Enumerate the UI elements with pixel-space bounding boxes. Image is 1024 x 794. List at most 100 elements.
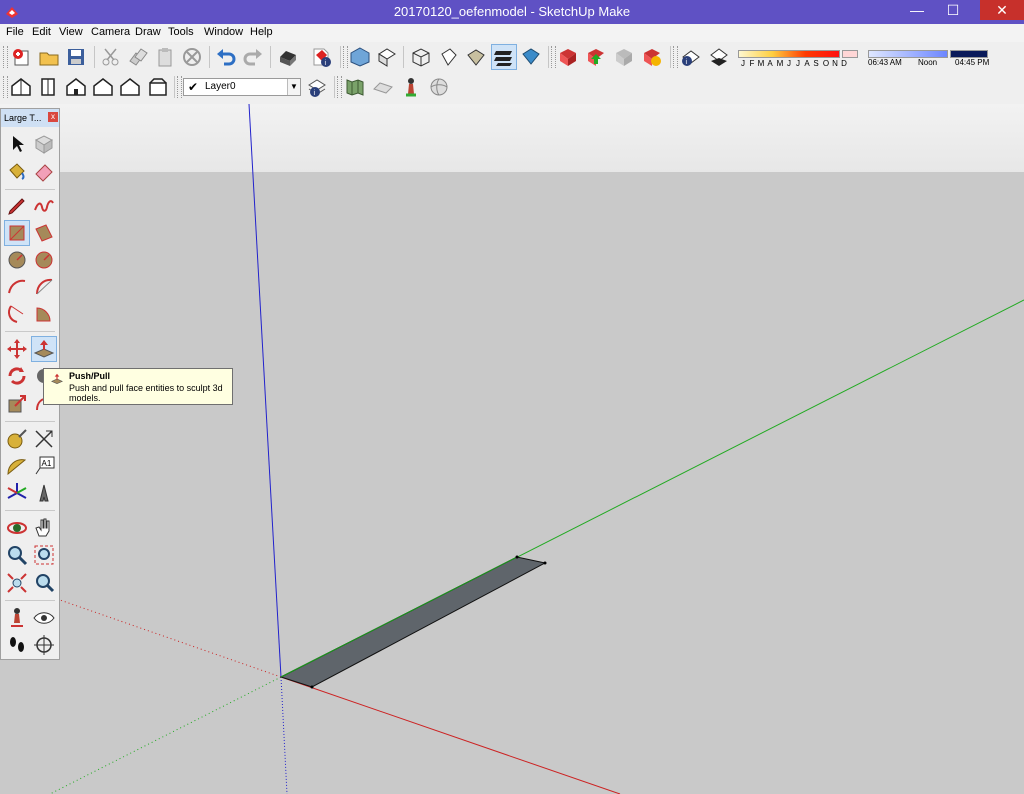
- cut-icon[interactable]: [99, 45, 123, 69]
- rotated-rectangle-icon[interactable]: [32, 221, 56, 245]
- undo-icon[interactable]: [214, 45, 238, 69]
- menu-edit[interactable]: Edit: [32, 26, 51, 38]
- tape-measure-icon[interactable]: [5, 427, 29, 451]
- arc-icon[interactable]: [5, 275, 29, 299]
- push-pull-icon[interactable]: [31, 336, 57, 362]
- menu-file[interactable]: File: [6, 26, 24, 38]
- month-slider-track[interactable]: [738, 50, 840, 58]
- photo-textures-icon[interactable]: [399, 75, 423, 99]
- layer-manager-icon[interactable]: i: [305, 75, 329, 99]
- toolbar-grip[interactable]: [673, 46, 678, 68]
- two-point-arc-icon[interactable]: [32, 275, 56, 299]
- shadow-month-slider[interactable]: J F M A M J J A S O N D: [738, 48, 858, 68]
- view-front-door-icon[interactable]: [36, 75, 60, 99]
- zoom-icon[interactable]: [5, 543, 29, 567]
- line-pencil-icon[interactable]: [5, 194, 29, 218]
- shaded-style-icon[interactable]: [491, 44, 517, 70]
- view-iso-house-icon[interactable]: [9, 75, 33, 99]
- add-location-map-icon[interactable]: [343, 75, 367, 99]
- toolbar-grip[interactable]: [3, 46, 8, 68]
- scale-icon[interactable]: [5, 392, 29, 416]
- open-folder-icon[interactable]: [37, 45, 61, 69]
- month-label: S: [813, 59, 819, 68]
- toolbar-grip[interactable]: [337, 76, 342, 98]
- menu-view[interactable]: View: [59, 26, 83, 38]
- view-back-house-icon[interactable]: [118, 75, 142, 99]
- rotate-icon[interactable]: [5, 364, 29, 388]
- look-around-eye-icon[interactable]: [32, 606, 56, 630]
- model-info-icon[interactable]: i: [310, 45, 334, 69]
- hidden-line-style-icon[interactable]: [464, 45, 488, 69]
- toolbar-grip[interactable]: [3, 76, 8, 98]
- protractor-icon[interactable]: [5, 454, 29, 478]
- shaded-textures-icon[interactable]: [519, 45, 543, 69]
- erase-delete-icon[interactable]: [180, 45, 204, 69]
- xray-style-icon[interactable]: [409, 45, 433, 69]
- view-iso-icon[interactable]: [348, 45, 372, 69]
- print-icon[interactable]: [276, 45, 300, 69]
- maximize-button[interactable]: ☐: [938, 0, 968, 20]
- shadow-time-slider[interactable]: 06:43 AM Noon 04:45 PM: [868, 48, 990, 68]
- time-slider-track[interactable]: [868, 50, 948, 58]
- share-component-icon[interactable]: [612, 45, 636, 69]
- extension-warehouse-icon[interactable]: [640, 45, 664, 69]
- palette-title-bar[interactable]: Large T... x: [1, 109, 59, 127]
- menu-camera[interactable]: Camera: [91, 26, 130, 38]
- walk-footprints-icon[interactable]: [5, 633, 29, 657]
- dimension-icon[interactable]: [32, 427, 56, 451]
- view-front-house-icon[interactable]: [64, 75, 88, 99]
- freehand-icon[interactable]: [32, 194, 56, 218]
- view-right-house-icon[interactable]: [91, 75, 115, 99]
- copy-icon[interactable]: [126, 45, 150, 69]
- share-model-icon[interactable]: [584, 45, 608, 69]
- rectangle-icon[interactable]: [4, 220, 30, 246]
- menu-tools[interactable]: Tools: [168, 26, 194, 38]
- menu-help[interactable]: Help: [250, 26, 273, 38]
- axes-icon[interactable]: [5, 481, 29, 505]
- pie-icon[interactable]: [32, 302, 56, 326]
- display-shadows-icon[interactable]: [707, 45, 731, 69]
- three-point-arc-icon[interactable]: [5, 302, 29, 326]
- circle-icon[interactable]: [5, 248, 29, 272]
- view-left-house-icon[interactable]: [146, 75, 170, 99]
- pan-hand-icon[interactable]: [32, 516, 56, 540]
- save-icon[interactable]: [64, 45, 88, 69]
- shadow-settings-icon[interactable]: i: [679, 45, 703, 69]
- google-earth-icon[interactable]: [427, 75, 451, 99]
- paste-icon[interactable]: [153, 45, 177, 69]
- menu-window[interactable]: Window: [204, 26, 243, 38]
- check-icon: ✔: [188, 80, 199, 94]
- polygon-icon[interactable]: [32, 248, 56, 272]
- section-plane-icon[interactable]: [32, 633, 56, 657]
- toolbar-grip[interactable]: [177, 76, 182, 98]
- make-component-icon[interactable]: [32, 132, 56, 156]
- 3d-warehouse-icon[interactable]: [556, 45, 580, 69]
- redo-icon[interactable]: [241, 45, 265, 69]
- text-icon[interactable]: A1: [32, 454, 56, 478]
- wireframe-style-icon[interactable]: [437, 45, 461, 69]
- palette-close-button[interactable]: x: [48, 112, 58, 122]
- select-arrow-icon[interactable]: [5, 132, 29, 156]
- svg-text:A1: A1: [42, 459, 52, 468]
- chevron-down-icon[interactable]: ▼: [287, 79, 300, 95]
- model-viewport[interactable]: [0, 104, 1024, 794]
- minimize-button[interactable]: —: [902, 0, 932, 20]
- previous-view-icon[interactable]: [32, 571, 56, 595]
- paint-bucket-icon[interactable]: [5, 160, 29, 184]
- new-model-icon[interactable]: [10, 45, 34, 69]
- zoom-extents-icon[interactable]: [5, 571, 29, 595]
- toggle-terrain-icon[interactable]: [371, 75, 395, 99]
- move-icon[interactable]: [5, 337, 29, 361]
- view-top-icon[interactable]: [375, 45, 399, 69]
- rectangle-face[interactable]: [279, 556, 547, 688]
- position-camera-icon[interactable]: [5, 606, 29, 630]
- eraser-icon[interactable]: [32, 160, 56, 184]
- red-axis-positive: [280, 676, 621, 794]
- layer-dropdown[interactable]: ✔ Layer0 ▼: [183, 78, 301, 96]
- 3d-text-icon[interactable]: [32, 481, 56, 505]
- model-scene[interactable]: [0, 104, 1024, 794]
- orbit-icon[interactable]: [5, 516, 29, 540]
- zoom-window-icon[interactable]: [32, 543, 56, 567]
- menu-draw[interactable]: Draw: [135, 26, 161, 38]
- close-button[interactable]: ✕: [980, 0, 1024, 20]
